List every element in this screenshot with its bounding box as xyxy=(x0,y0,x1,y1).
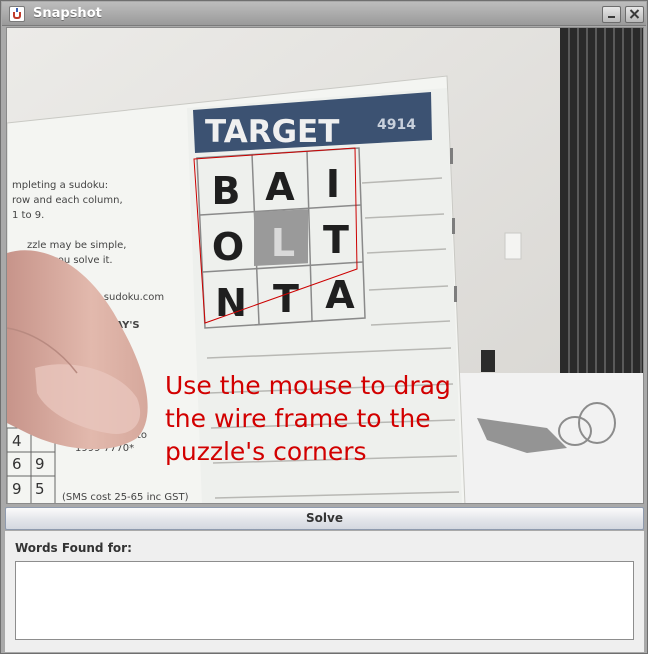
instruction-line: puzzle's corners xyxy=(165,437,367,466)
minimize-button[interactable] xyxy=(602,6,621,23)
instruction-line: the wire frame to the xyxy=(165,404,431,433)
title-bar[interactable]: Snapshot xyxy=(2,2,646,26)
close-icon xyxy=(629,9,640,19)
instruction-text: Use the mouse to drag the wire frame to … xyxy=(165,369,525,468)
snapshot-window: Snapshot mpleting a sudoku: row and each… xyxy=(0,0,648,654)
camera-view[interactable]: mpleting a sudoku: row and each column, … xyxy=(6,27,644,504)
words-found-text-area[interactable] xyxy=(15,561,634,640)
results-panel: Words Found for: xyxy=(5,531,644,652)
java-app-icon xyxy=(9,6,25,22)
solve-button[interactable]: Solve xyxy=(5,507,644,530)
minimize-icon xyxy=(608,16,615,18)
close-button[interactable] xyxy=(625,6,644,23)
window-title: Snapshot xyxy=(33,6,102,21)
instruction-line: Use the mouse to drag xyxy=(165,371,451,400)
words-found-label: Words Found for: xyxy=(15,541,132,555)
